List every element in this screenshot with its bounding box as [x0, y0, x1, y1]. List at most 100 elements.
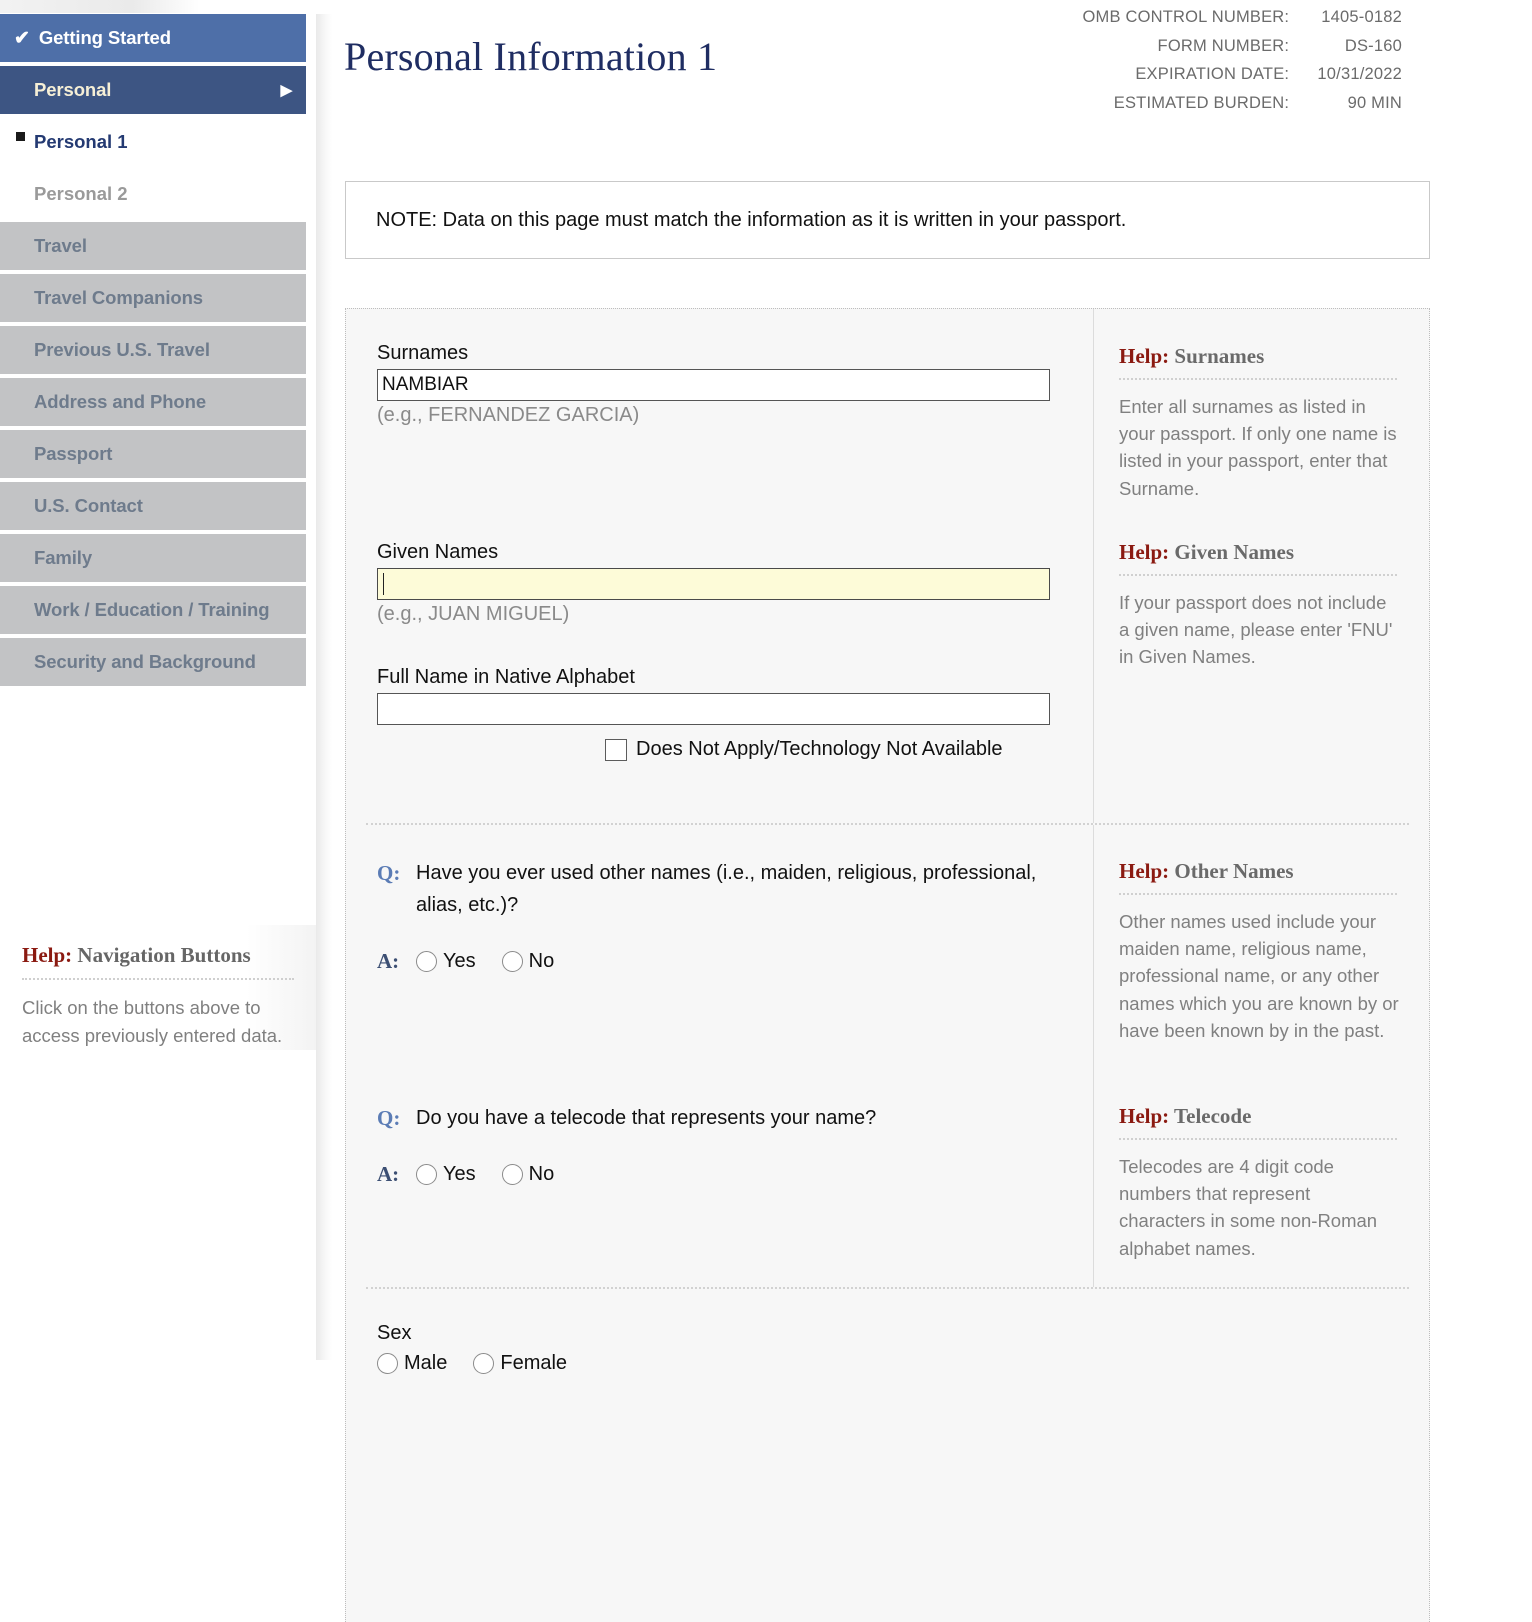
radio-yes-icon[interactable]: [416, 1164, 437, 1185]
help-subject: Other Names: [1174, 859, 1294, 883]
section-other-names: Q: Have you ever used other names (i.e.,…: [346, 825, 1429, 1094]
native-alphabet-checkbox-label: Does Not Apply/Technology Not Available: [636, 738, 1003, 760]
help-word: Help:: [22, 943, 73, 967]
arrow-right-icon: ▶: [280, 81, 293, 99]
sidebar-item-label: Passport: [34, 443, 113, 465]
meta-value: 1405-0182: [1321, 8, 1402, 26]
sidebar-item-previous-us-travel[interactable]: Previous U.S. Travel: [0, 326, 306, 374]
sidebar-item-personal-1[interactable]: Personal 1: [0, 118, 306, 166]
check-icon: ✔: [14, 27, 30, 49]
question-text: Have you ever used other names (i.e., ma…: [416, 862, 1037, 916]
question-marker: Q:: [377, 861, 401, 885]
sidebar-item-address-and-phone[interactable]: Address and Phone: [0, 378, 306, 426]
help-word: Help:: [1119, 344, 1170, 368]
radio-no-icon[interactable]: [501, 1164, 523, 1185]
sidebar-edge-shadow: [316, 14, 332, 1360]
sidebar-item-work-education-training[interactable]: Work / Education / Training: [0, 586, 306, 634]
radio-no-icon[interactable]: [501, 951, 523, 972]
sex-male-label[interactable]: Male: [404, 1352, 447, 1375]
radio-male-icon[interactable]: [377, 1353, 398, 1374]
meta-row-expiration-date: EXPIRATION DATE: 10/31/2022: [1083, 60, 1403, 89]
section-names: Surnames NAMBIAR (e.g., FERNANDEZ GARCIA…: [346, 309, 1429, 823]
other-names-no-label[interactable]: No: [529, 950, 555, 973]
other-names-question-block: Q: Have you ever used other names (i.e.,…: [346, 825, 1091, 1094]
section-sex: Sex Male Female: [346, 1289, 1429, 1375]
help-heading: Help: Surnames: [1119, 344, 1400, 378]
help-heading: Help: Given Names: [1119, 540, 1400, 574]
telecode-no-label[interactable]: No: [529, 1163, 555, 1186]
section-telecode: Q: Do you have a telecode that represent…: [346, 1094, 1429, 1287]
sidebar-item-label: U.S. Contact: [34, 495, 143, 517]
sidebar-item-passport[interactable]: Passport: [0, 430, 306, 478]
telecode-answer-row: A: Yes No: [377, 1162, 1091, 1187]
sidebar-item-us-contact[interactable]: U.S. Contact: [0, 482, 306, 530]
help-subject: Given Names: [1174, 539, 1294, 564]
help-subject: Navigation Buttons: [77, 943, 251, 967]
help-column-names: Help: Surnames Enter all surnames as lis…: [1093, 309, 1400, 823]
answer-marker: A:: [377, 949, 400, 973]
help-divider: [1119, 1138, 1397, 1140]
help-heading: Help: Telecode: [1119, 1104, 1400, 1138]
help-panel-telecode: Help: Telecode Telecodes are 4 digit cod…: [1119, 1102, 1400, 1262]
sidebar-nav: ✔ Getting Started Personal ▶ Personal 1 …: [0, 14, 306, 690]
meta-row-form-number: FORM NUMBER: DS-160: [1083, 32, 1403, 61]
given-names-label: Given Names: [377, 541, 499, 563]
question-text: Do you have a telecode that represents y…: [416, 1107, 877, 1129]
sex-female-label[interactable]: Female: [500, 1352, 567, 1375]
help-text: Other names used include your maiden nam…: [1119, 911, 1399, 1041]
help-subject: Surnames: [1174, 344, 1265, 368]
help-word: Help:: [1119, 539, 1170, 564]
sidebar-help-body: Click on the buttons above to access pre…: [22, 997, 283, 1046]
sidebar-item-label: Personal 1: [34, 131, 128, 152]
telecode-yes-label[interactable]: Yes: [443, 1163, 476, 1186]
sidebar-item-label: Travel Companions: [34, 287, 203, 309]
form-panel: Surnames NAMBIAR (e.g., FERNANDEZ GARCIA…: [345, 308, 1430, 1622]
surnames-value: NAMBIAR: [382, 374, 469, 395]
help-word: Help:: [1119, 1104, 1170, 1128]
ds160-page: ✔ Getting Started Personal ▶ Personal 1 …: [0, 0, 1532, 1622]
sidebar-item-personal-2[interactable]: Personal 2: [0, 170, 306, 218]
help-divider: [1119, 378, 1397, 380]
sidebar-item-label: Address and Phone: [34, 391, 207, 413]
help-text: If your passport does not include a give…: [1119, 591, 1393, 668]
help-panel-surnames: Help: Surnames Enter all surnames as lis…: [1119, 342, 1400, 502]
other-names-radio-group: Yes No: [416, 950, 580, 973]
given-names-input[interactable]: [377, 568, 1050, 600]
other-names-yes-label[interactable]: Yes: [443, 950, 476, 973]
meta-row-omb: OMB CONTROL NUMBER: 1405-0182: [1083, 3, 1403, 32]
sidebar-item-travel[interactable]: Travel: [0, 222, 306, 270]
help-panel-other-names: Help: Other Names Other names used inclu…: [1119, 857, 1400, 1044]
sex-radio-group: Male Female: [377, 1352, 1429, 1375]
help-column-other-names: Help: Other Names Other names used inclu…: [1093, 825, 1400, 1094]
help-text: Telecodes are 4 digit code numbers that …: [1119, 1156, 1378, 1259]
help-divider: [1119, 893, 1397, 895]
sidebar-item-family[interactable]: Family: [0, 534, 306, 582]
note-text: NOTE: Data on this page must match the i…: [376, 208, 1127, 231]
surnames-hint: (e.g., FERNANDEZ GARCIA): [377, 404, 640, 426]
sidebar-item-getting-started[interactable]: ✔ Getting Started: [0, 14, 306, 62]
sidebar-item-label: Previous U.S. Travel: [34, 339, 210, 361]
sidebar-item-travel-companions[interactable]: Travel Companions: [0, 274, 306, 322]
surnames-input[interactable]: NAMBIAR: [377, 369, 1050, 401]
sidebar-help-panel: Help: Navigation Buttons Click on the bu…: [0, 925, 316, 1050]
help-divider: [22, 978, 294, 980]
sidebar-item-security-and-background[interactable]: Security and Background: [0, 638, 306, 686]
note-box: NOTE: Data on this page must match the i…: [345, 181, 1430, 259]
sidebar-item-label: Security and Background: [34, 651, 256, 673]
sidebar-item-personal[interactable]: Personal ▶: [0, 66, 306, 114]
help-text: Enter all surnames as listed in your pas…: [1119, 396, 1397, 499]
sidebar-help-fade: [0, 1240, 316, 1360]
checkbox-icon[interactable]: [605, 738, 627, 761]
main-content: OMB CONTROL NUMBER: 1405-0182 FORM NUMBE…: [332, 0, 1532, 1622]
sidebar: ✔ Getting Started Personal ▶ Personal 1 …: [0, 0, 332, 1622]
text-caret: [383, 573, 384, 595]
native-alphabet-input[interactable]: [377, 693, 1050, 725]
help-panel-given-names: Help: Given Names If your passport does …: [1119, 538, 1400, 671]
radio-female-icon[interactable]: [473, 1353, 495, 1374]
sidebar-help-title: Help: Navigation Buttons: [22, 943, 294, 978]
native-alphabet-label: Full Name in Native Alphabet: [377, 666, 635, 688]
native-alphabet-checkbox-row[interactable]: Does Not Apply/Technology Not Available: [377, 738, 1091, 761]
form-meta-block: OMB CONTROL NUMBER: 1405-0182 FORM NUMBE…: [1083, 3, 1403, 117]
radio-yes-icon[interactable]: [416, 951, 437, 972]
sidebar-top-strip: [0, 0, 332, 14]
